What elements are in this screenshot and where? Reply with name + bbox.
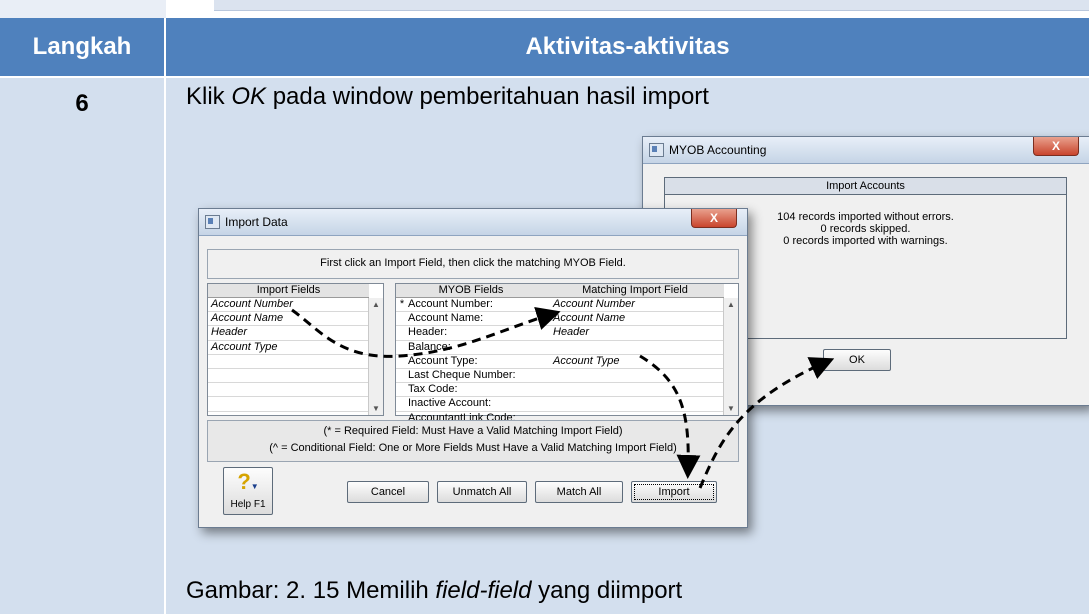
import-field-item[interactable]: Account Number [208,298,369,313]
myob-field-row[interactable]: Balance: [396,341,724,355]
import-close-button[interactable]: X [691,209,737,228]
step-cell [0,78,164,614]
myob-field-row[interactable]: Last Cheque Number: [396,369,724,384]
step-number: 6 [75,90,89,117]
header-activity: Aktivitas-aktivitas [166,18,1089,76]
import-window-title: Import Data [225,215,288,229]
myob-fields-header: MYOB Fields [438,284,504,296]
matching-field-header: Matching Import Field [582,284,688,296]
import-instruction: First click an Import Field, then click … [320,257,626,269]
app-icon [205,215,220,229]
import-accounts-title: Import Accounts [665,178,1066,195]
import-button[interactable]: Import [631,481,717,503]
myob-field-row[interactable]: Account Name: Account Name [396,312,724,327]
field-notes: (* = Required Field: Must Have a Valid M… [207,420,739,462]
myob-field-row[interactable]: * Account Number: Account Number [396,298,724,313]
unmatch-all-button[interactable]: Unmatch All [437,481,527,503]
column-divider [164,18,166,614]
help-question-icon: ?▼ [237,469,259,494]
import-field-item[interactable]: Header [208,326,369,341]
required-note: (* = Required Field: Must Have a Valid M… [323,425,623,437]
myob-fields-headers: MYOB Fields Matching Import Field [396,284,724,298]
import-fields-header: Import Fields [208,284,369,298]
app-icon [649,143,664,157]
myob-field-row[interactable]: Header: Header [396,326,724,341]
cancel-button[interactable]: Cancel [347,481,429,503]
import-fields-scrollbar[interactable]: ▲ ▼ [368,298,383,415]
figure-caption: Gambar: 2. 15 Memilih field-field yang d… [186,577,683,604]
header-step: Langkah [0,18,164,76]
ok-button[interactable]: OK [823,349,891,371]
import-data-window: Import Data X First click an Import Fiel… [198,208,748,528]
help-button[interactable]: ?▼ Help F1 [223,467,273,515]
instruction-ok: OK [231,83,267,110]
conditional-note: (^ = Conditional Field: One or More Fiel… [269,442,677,454]
import-field-item[interactable] [208,397,369,412]
import-field-item[interactable]: Account Type [208,341,369,355]
match-all-button[interactable]: Match All [535,481,623,503]
instruction-text: Klik OK pada window pemberitahuan hasil … [186,83,709,110]
import-titlebar: Import Data X [199,209,747,236]
myob-close-button[interactable]: X [1033,137,1079,156]
myob-fields-list[interactable]: MYOB Fields Matching Import Field * Accou… [395,283,739,426]
myob-titlebar: MYOB Accounting X [643,137,1089,164]
myob-field-row[interactable]: Account Type: Account Type [396,355,724,369]
myob-window-title: MYOB Accounting [669,143,767,157]
help-label: Help F1 [230,499,266,510]
myob-field-row[interactable]: Tax Code: [396,383,724,398]
import-field-item[interactable]: Account Name [208,312,369,327]
myob-fields-scrollbar[interactable]: ▲ ▼ [723,298,738,415]
import-fields-list[interactable]: Import Fields Account Number Account Nam… [207,283,384,416]
import-field-item[interactable] [208,369,369,384]
top-strip [0,0,1089,18]
import-field-item[interactable] [208,355,369,369]
instruction-bar: First click an Import Field, then click … [207,249,739,279]
import-field-item[interactable] [208,383,369,398]
myob-field-row[interactable]: Inactive Account: [396,397,724,412]
